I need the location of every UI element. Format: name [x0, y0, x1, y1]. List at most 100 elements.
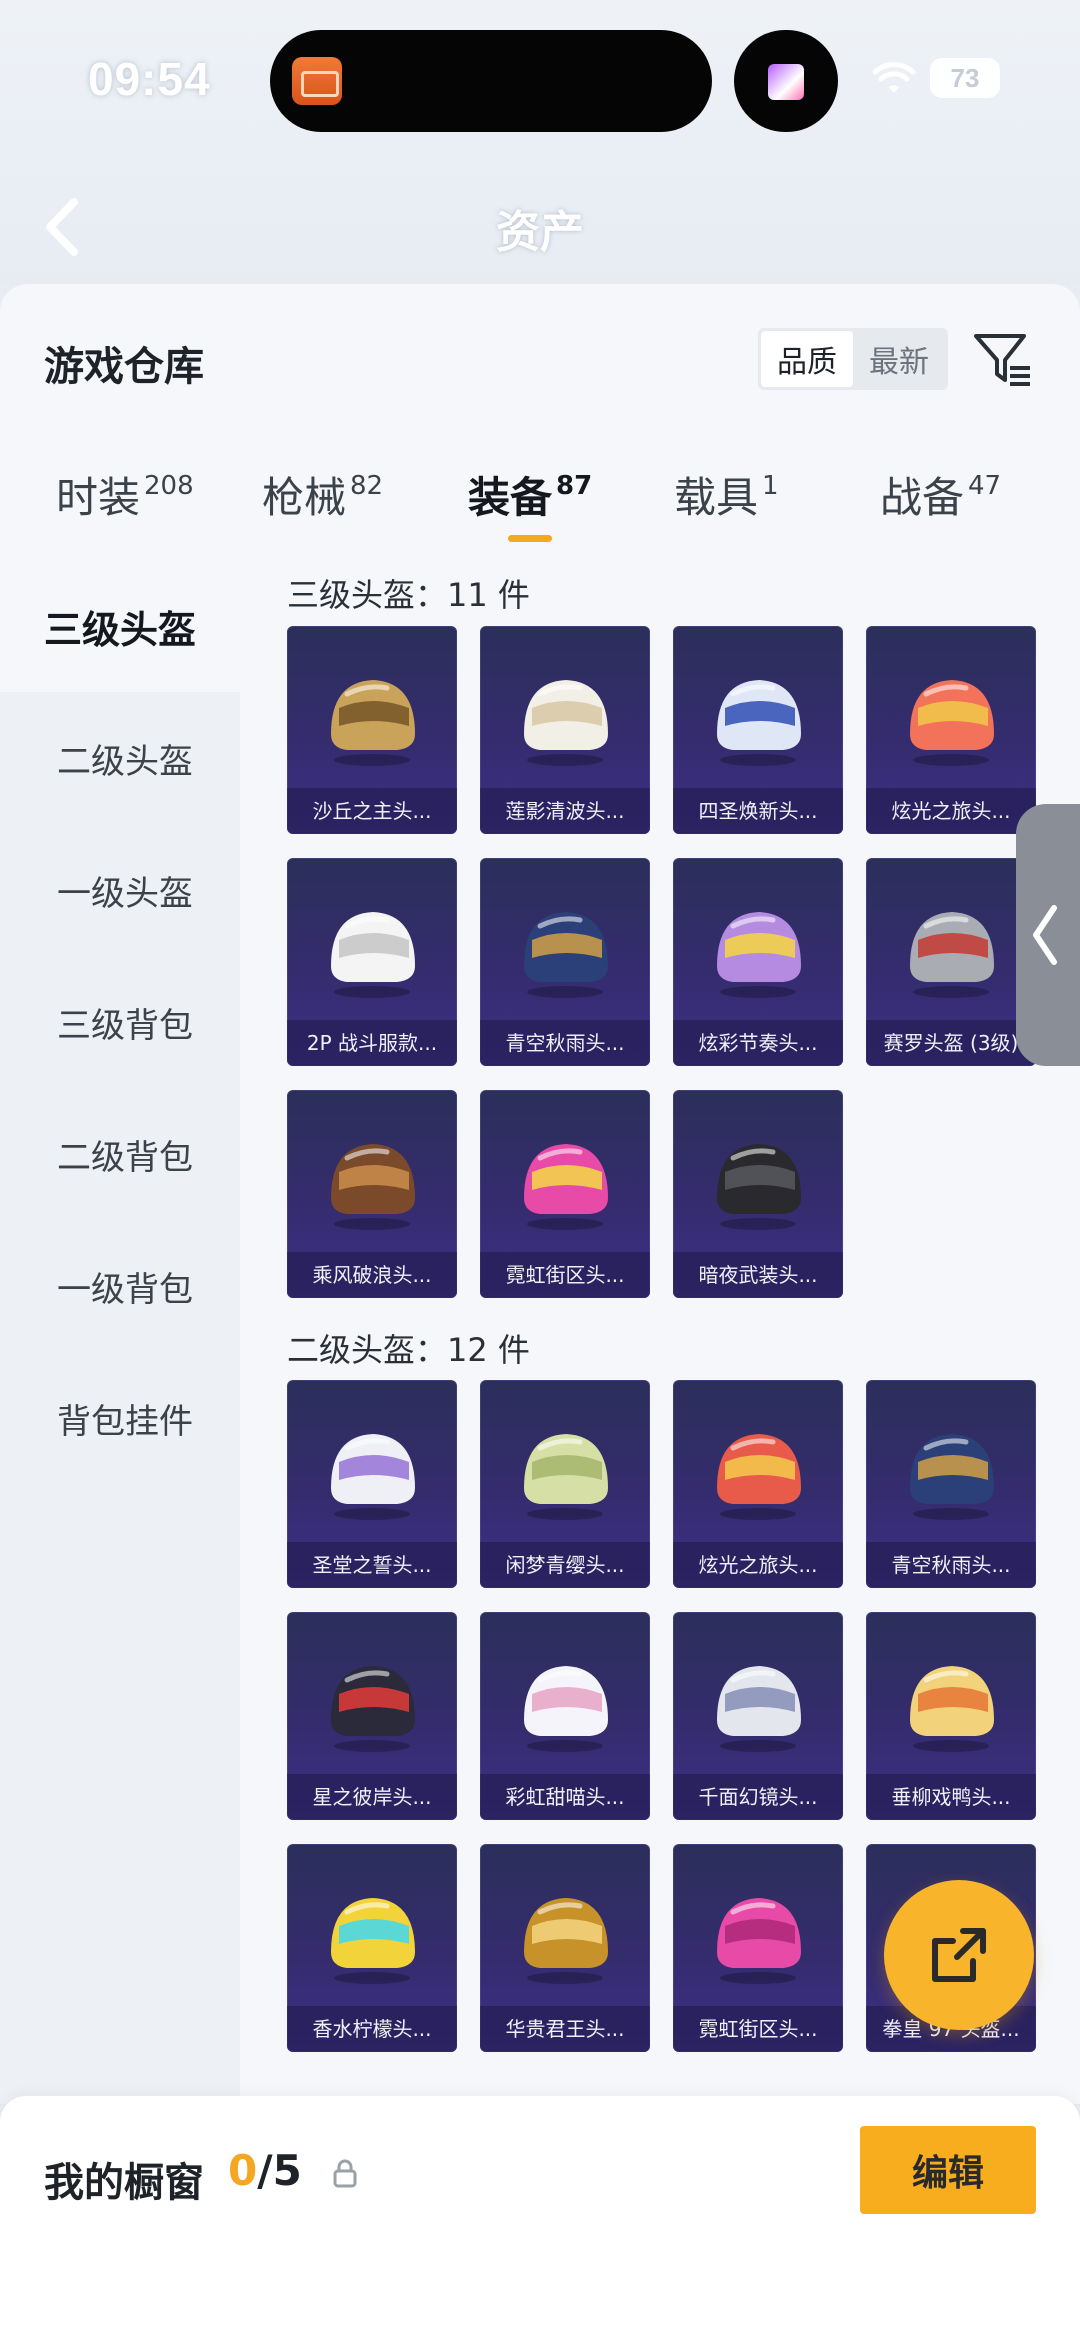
- tab-fashion[interactable]: 时装 208: [56, 464, 194, 564]
- showcase-count: 0/5: [228, 2146, 302, 2195]
- showcase-current-count: 0: [228, 2146, 258, 2195]
- item-card[interactable]: 莲影清波头...: [480, 626, 650, 834]
- sidebar-item-backpack-charm[interactable]: 背包挂件: [0, 1352, 240, 1484]
- tab-label: 战备: [880, 473, 965, 522]
- section-title-level2: 二级头盔：12 件: [287, 1331, 530, 1369]
- item-name: 星之彼岸头...: [287, 1774, 457, 1820]
- tab-label: 载具: [674, 473, 759, 522]
- tab-vehicles[interactable]: 载具 1: [674, 464, 779, 564]
- item-card[interactable]: 2P 战斗服款...: [287, 858, 457, 1066]
- item-name: 彩虹甜喵头...: [480, 1774, 650, 1820]
- edit-button[interactable]: 编辑: [860, 2126, 1036, 2214]
- item-card[interactable]: 暗夜武装头...: [673, 1090, 843, 1298]
- tab-label: 时装: [56, 473, 141, 522]
- helmet-icon: [331, 1666, 415, 1752]
- sidebar-item-level2-helmet[interactable]: 二级头盔: [0, 692, 240, 824]
- item-card[interactable]: 炫光之旅头...: [866, 626, 1036, 834]
- tab-count: 47: [968, 471, 1002, 501]
- item-name: 青空秋雨头...: [866, 1542, 1036, 1588]
- tab-equipment[interactable]: 装备 87: [468, 464, 592, 564]
- warehouse-card: 游戏仓库 品质 最新 时装 208 枪械 82 装备 87 载具 1 战备 47 三级头盔…: [0, 284, 1080, 2104]
- warehouse-title: 游戏仓库: [44, 344, 204, 390]
- item-name: 莲影清波头...: [480, 788, 650, 834]
- sort-by-newest-button[interactable]: 最新: [853, 331, 945, 387]
- tab-supplies[interactable]: 战备 47: [880, 464, 1001, 564]
- helmet-icon: [717, 680, 801, 766]
- sidebar-item-level1-backpack[interactable]: 一级背包: [0, 1220, 240, 1352]
- helmet-icon: [717, 912, 801, 998]
- item-name: 暗夜武装头...: [673, 1252, 843, 1298]
- item-card[interactable]: 乘风破浪头...: [287, 1090, 457, 1298]
- helmet-icon: [331, 1434, 415, 1520]
- item-card[interactable]: 千面幻镜头...: [673, 1612, 843, 1820]
- share-button[interactable]: [884, 1880, 1034, 2030]
- helmet-icon: [910, 1666, 994, 1752]
- helmet-icon: [717, 1666, 801, 1752]
- helmet-icon: [331, 1144, 415, 1230]
- item-card[interactable]: 炫彩节奏头...: [673, 858, 843, 1066]
- dynamic-island-media[interactable]: [734, 30, 838, 132]
- showcase-bar: 我的橱窗 0/5 编辑: [0, 2096, 1080, 2341]
- item-card[interactable]: 赛罗头盔 (3级): [866, 858, 1036, 1066]
- item-card[interactable]: 沙丘之主头...: [287, 626, 457, 834]
- tab-count: 1: [762, 471, 779, 501]
- item-card[interactable]: 香水柠檬头...: [287, 1844, 457, 2052]
- item-name: 赛罗头盔 (3级): [866, 1020, 1036, 1066]
- share-icon: [932, 1928, 986, 1982]
- item-name: 华贵君王头...: [480, 2006, 650, 2052]
- chevron-left-icon: [1033, 905, 1057, 965]
- item-name: 香水柠檬头...: [287, 2006, 457, 2052]
- sidebar-item-level2-backpack[interactable]: 二级背包: [0, 1088, 240, 1220]
- item-card[interactable]: 圣堂之誓头...: [287, 1380, 457, 1588]
- media-thumbnail-icon: [768, 64, 804, 100]
- status-time: 09:54: [88, 53, 211, 105]
- item-card[interactable]: 霓虹街区头...: [480, 1090, 650, 1298]
- item-card[interactable]: 霓虹街区头...: [673, 1844, 843, 2052]
- item-name: 四圣焕新头...: [673, 788, 843, 834]
- section-title-level3: 三级头盔：11 件: [287, 576, 530, 614]
- sidebar-item-level1-helmet[interactable]: 一级头盔: [0, 824, 240, 956]
- tab-count: 87: [556, 471, 593, 501]
- item-card[interactable]: 青空秋雨头...: [866, 1380, 1036, 1588]
- helmet-icon: [524, 912, 608, 998]
- lock-icon: [333, 2159, 357, 2188]
- helmet-icon: [331, 1898, 415, 1984]
- tab-count: 82: [350, 471, 384, 501]
- sort-toggle: 品质 最新: [758, 328, 948, 390]
- item-name: 圣堂之誓头...: [287, 1542, 457, 1588]
- item-name: 垂柳戏鸭头...: [866, 1774, 1036, 1820]
- item-name: 千面幻镜头...: [673, 1774, 843, 1820]
- showcase-label: 我的橱窗: [44, 2160, 204, 2206]
- item-card[interactable]: 华贵君王头...: [480, 1844, 650, 2052]
- item-name: 炫彩节奏头...: [673, 1020, 843, 1066]
- filter-icon[interactable]: [972, 328, 1034, 390]
- item-card[interactable]: 青空秋雨头...: [480, 858, 650, 1066]
- helmet-icon: [524, 680, 608, 766]
- item-grid: 三级头盔：11 件 二级头盔：12 件 沙丘之主头... 莲影清波头... 四圣焕新…: [240, 560, 1080, 2104]
- app-icon: [292, 57, 342, 105]
- side-drawer-handle[interactable]: [1016, 804, 1080, 1066]
- item-card[interactable]: 炫光之旅头...: [673, 1380, 843, 1588]
- item-card[interactable]: 彩虹甜喵头...: [480, 1612, 650, 1820]
- showcase-total-count: /5: [257, 2146, 302, 2195]
- helmet-icon: [524, 1666, 608, 1752]
- sort-by-quality-button[interactable]: 品质: [761, 331, 853, 387]
- tab-count: 208: [144, 471, 194, 501]
- sidebar-item-level3-helmet[interactable]: 三级头盔: [0, 560, 240, 692]
- helmet-icon: [331, 680, 415, 766]
- item-card[interactable]: 星之彼岸头...: [287, 1612, 457, 1820]
- category-tabs: 时装 208 枪械 82 装备 87 载具 1 战备 47: [0, 464, 1080, 564]
- sidebar-item-level3-backpack[interactable]: 三级背包: [0, 956, 240, 1088]
- tab-weapons[interactable]: 枪械 82: [262, 464, 383, 564]
- item-card[interactable]: 垂柳戏鸭头...: [866, 1612, 1036, 1820]
- helmet-icon: [910, 912, 994, 998]
- item-name: 2P 战斗服款...: [287, 1020, 457, 1066]
- item-name: 闲梦青缨头...: [480, 1542, 650, 1588]
- helmet-icon: [524, 1898, 608, 1984]
- dynamic-island-activity[interactable]: [270, 30, 712, 132]
- item-card[interactable]: 四圣焕新头...: [673, 626, 843, 834]
- helmet-icon: [331, 912, 415, 998]
- item-card[interactable]: 闲梦青缨头...: [480, 1380, 650, 1588]
- helmet-icon: [717, 1898, 801, 1984]
- tab-label: 枪械: [262, 473, 347, 522]
